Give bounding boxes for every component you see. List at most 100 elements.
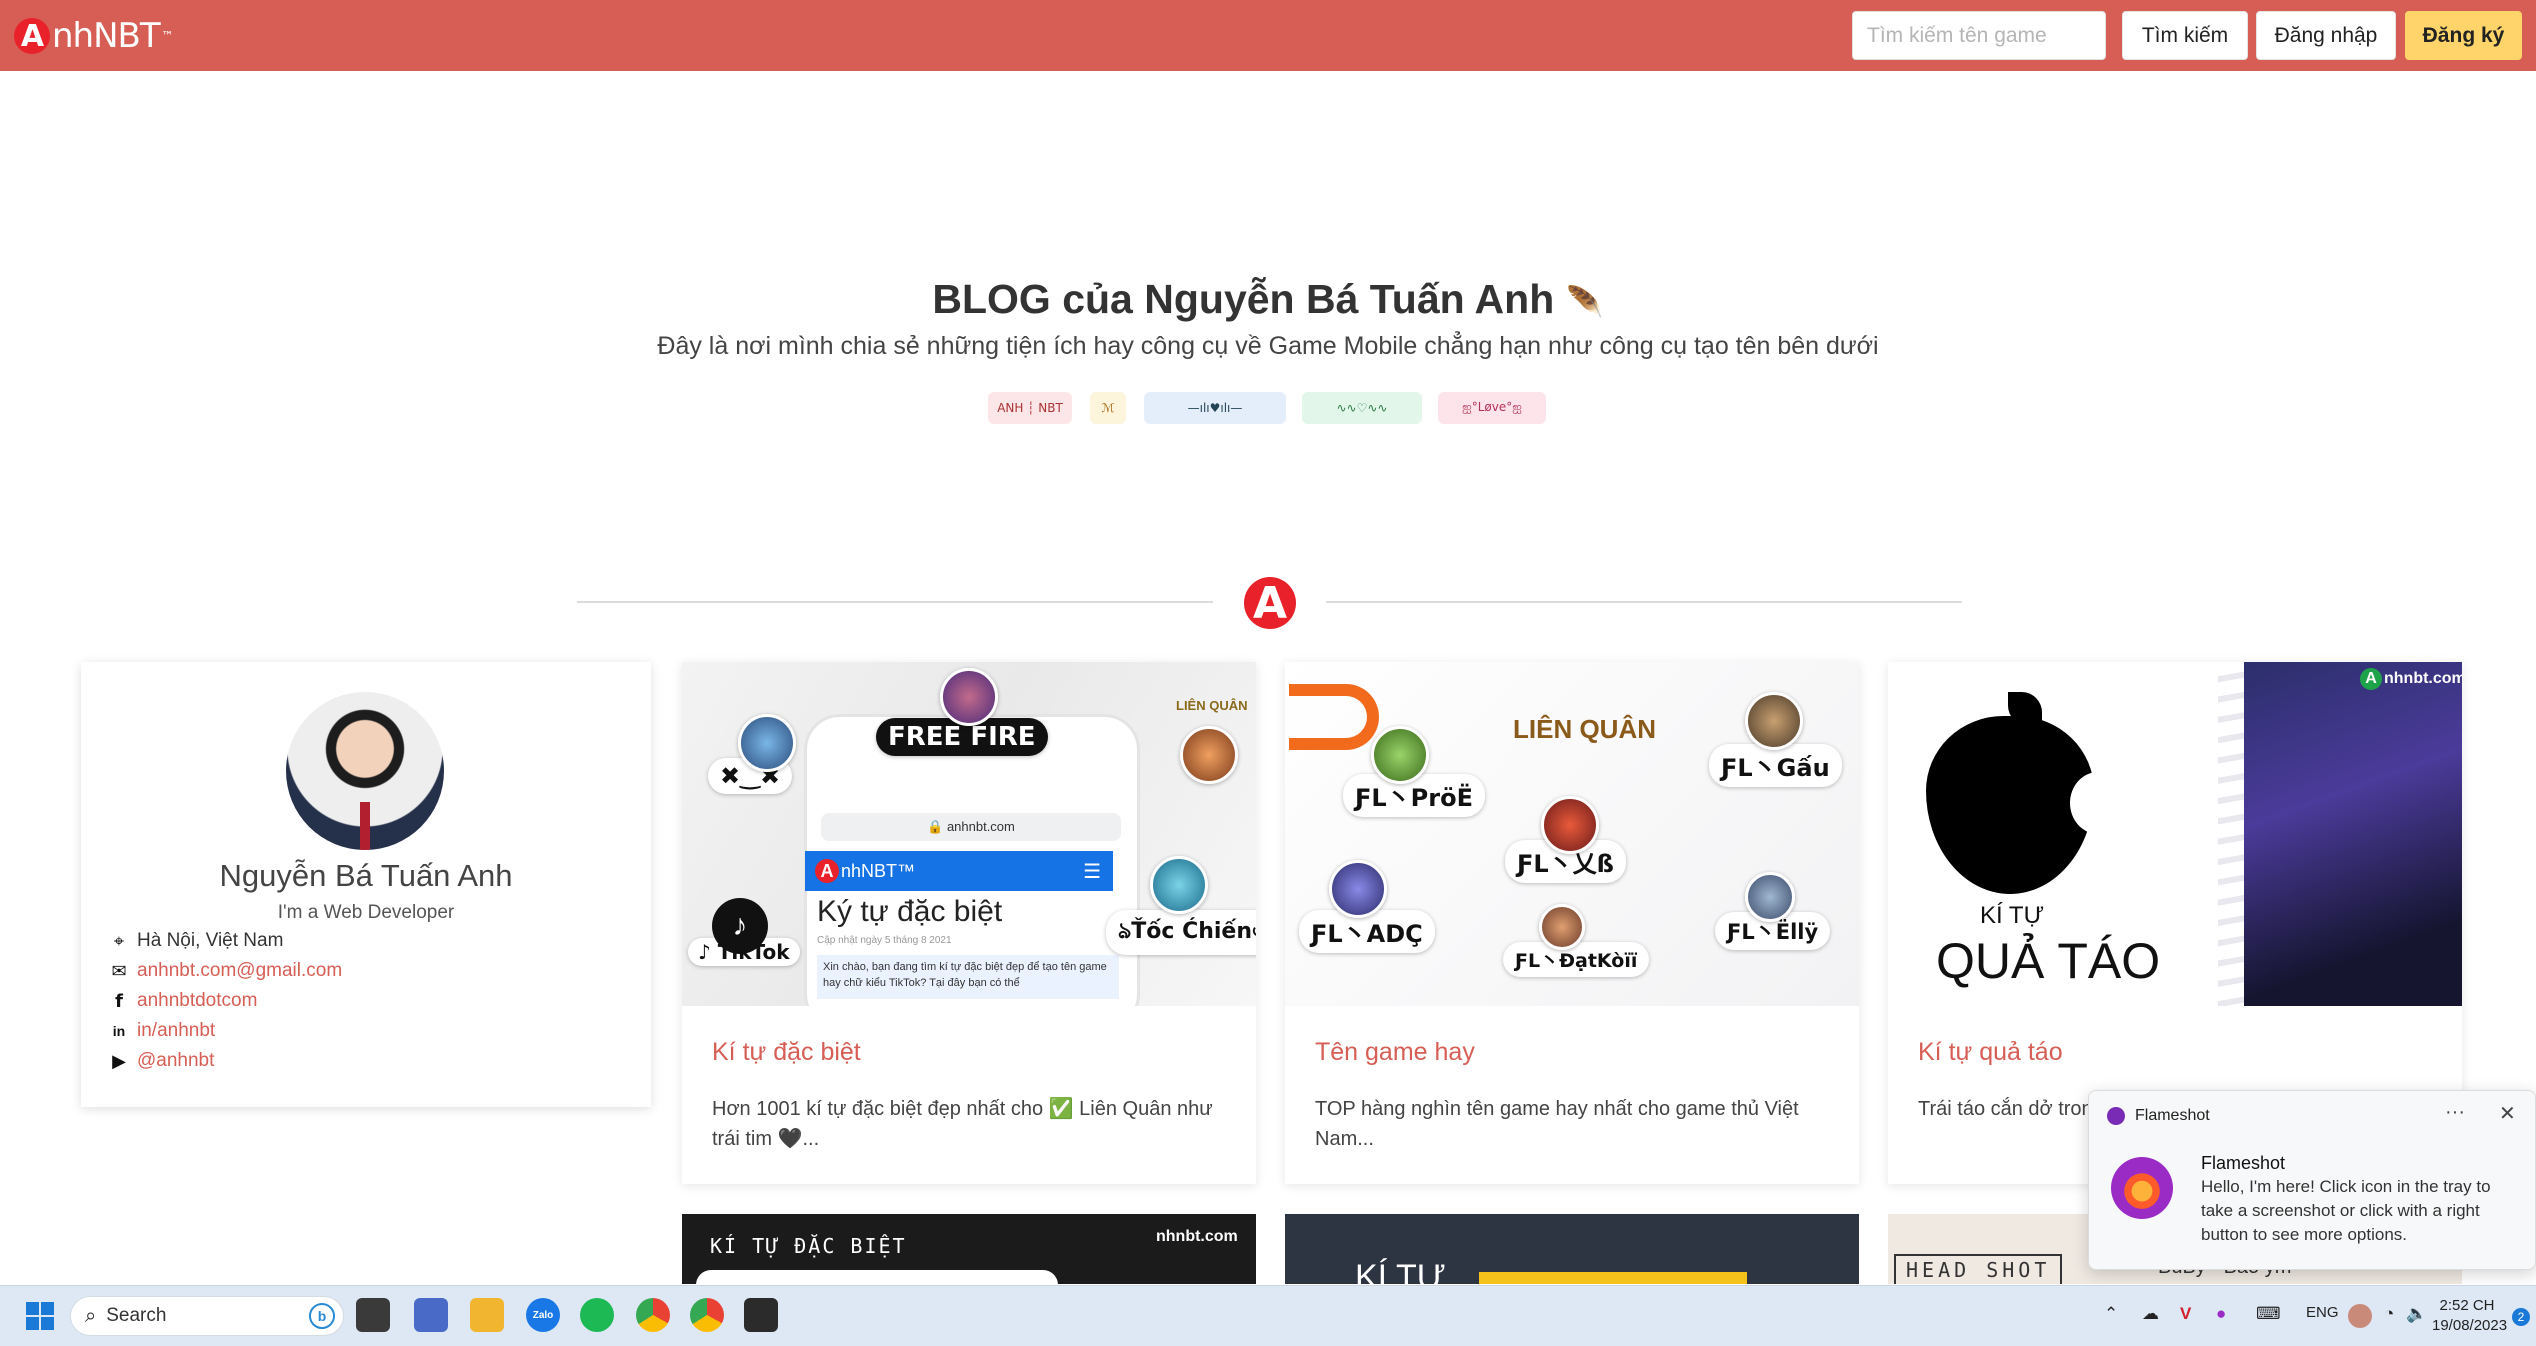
chrome-profile-icon[interactable] [690,1298,724,1332]
style-badge[interactable]: ஐ°Løve°ஐ [1438,392,1546,424]
widgets-icon[interactable] [414,1298,448,1332]
search-icon: ⌕ [85,1304,97,1327]
card-title[interactable]: Kí tự đặc biệt [712,1038,861,1067]
search-button[interactable]: Tìm kiếm [2122,11,2248,60]
site-logo-mark: A [815,859,839,883]
card-bottom[interactable]: KÍ TỰ ĐẶC BIỆT nhnbt.com [682,1214,1256,1284]
bottom-card-shape [696,1270,1058,1284]
author-name: Nguyễn Bá Tuấn Anh [219,858,513,893]
page-heading: Ký tự đặc biệt [817,895,1003,928]
taskbar-clock[interactable]: 2:52 CH 19/08/2023 [2432,1296,2508,1336]
more-options-icon[interactable]: ··· [2445,1101,2465,1124]
windows-taskbar: ⌕ Search b Zalo ⌃ ☁ V ● ⌨ ENG ◔ 🔈 2:52 C… [0,1285,2536,1346]
zalo-icon[interactable]: Zalo [526,1298,560,1332]
card-game-names[interactable]: LIÊN QUÂN ƑL丶PröË ƑL丶Gấu ƑL丶乂ß ƑL丶ADÇ ƑL… [1285,662,1859,1184]
tiktok-logo-icon: ♪ [712,898,768,954]
card-special-characters[interactable]: 🔒 anhnbt.com A nhNBT™ ☰ Ký tự đặc biệt C… [682,662,1256,1184]
sample-name: ঌŤốc Ćhiếnঞ [1106,910,1256,955]
card-bottom[interactable]: KÍ TỰ [1285,1214,1859,1284]
linkedin-icon: in [112,1023,126,1039]
location-text: Hà Nội, Việt Nam [137,930,284,951]
youtube-link[interactable]: @anhnbt [137,1050,214,1072]
notification-count-badge[interactable]: 2 [2512,1308,2530,1326]
windows-start-icon[interactable] [26,1302,54,1330]
logo-text: nhNBT [52,16,161,56]
paper-tear-edge [2218,662,2244,1006]
clock-date: 19/08/2023 [2432,1317,2508,1334]
bing-icon[interactable]: b [309,1303,335,1329]
lienquan-logo: LIÊN QUÂN [1513,714,1656,744]
site-name: nhNBT™ [841,860,916,881]
user-avatar-icon[interactable] [2348,1304,2372,1328]
facebook-row: f anhnbtdotcom [109,990,257,1012]
card-title[interactable]: Kí tự quả táo [1918,1038,2063,1067]
linkedin-link[interactable]: in/anhnbt [137,1020,215,1042]
hero-avatar [1539,904,1585,950]
hero-avatar [1180,726,1238,784]
notification-title: Flameshot [2201,1153,2286,1173]
youtube-icon: ▶ [112,1050,126,1071]
dark-photo-panel [2230,662,2462,1006]
language-indicator[interactable]: ENG [2306,1304,2339,1321]
wifi-icon[interactable]: ◔ [2384,1304,2394,1324]
bottom-card-text: KÍ TỰ [1355,1258,1446,1284]
notification-body: Hello, I'm here! Click icon in the tray … [2201,1177,2491,1244]
bottom-card-shape [1479,1272,1747,1284]
envelope-icon: ✉ [111,960,127,981]
lienquan-logo: LIÊN QUÂN [1176,698,1248,713]
site-header-bar: A nhNBT™ ☰ [805,851,1113,891]
flameshot-app-icon [2107,1107,2125,1125]
hero-avatar [1541,796,1599,854]
terminal-icon[interactable] [744,1298,778,1332]
divider-logo: A [1244,577,1296,629]
quill-icon: 🪶 [1566,285,1604,319]
hero-avatar [1371,726,1429,784]
hamburger-icon: ☰ [1083,860,1101,883]
keyboard-icon[interactable]: ⌨ [2256,1304,2281,1324]
onedrive-icon[interactable]: ☁ [2142,1304,2159,1324]
style-badge[interactable]: ∿∿♡∿∿ [1302,392,1422,424]
card-thumbnail: LIÊN QUÂN ƑL丶PröË ƑL丶Gấu ƑL丶乂ß ƑL丶ADÇ ƑL… [1285,662,1859,1006]
tray-chevron-icon[interactable]: ⌃ [2104,1304,2118,1324]
register-button[interactable]: Đăng ký [2405,11,2522,60]
linkedin-row: in in/anhnbt [109,1020,215,1042]
style-badge[interactable]: ℳ [1090,392,1126,424]
bottom-card-text: HEAD SHOT [1894,1254,2063,1284]
file-explorer-icon[interactable] [470,1298,504,1332]
taskbar-search[interactable]: ⌕ Search b [70,1296,344,1336]
facebook-link[interactable]: anhnbtdotcom [137,990,257,1012]
site-logo[interactable]: A nhNBT ™ [14,14,174,58]
card-thumbnail: KÍ TỰ QUẢ TÁO A nhnbt.com [1888,662,2462,1006]
chrome-icon[interactable] [636,1298,670,1332]
antivirus-icon[interactable]: V [2180,1304,2191,1324]
youtube-row: ▶ @anhnbt [109,1050,214,1072]
card-title[interactable]: Tên game hay [1315,1038,1475,1067]
game-search-input[interactable] [1852,11,2106,60]
brand-text: nhnbt.com [2384,670,2462,687]
flameshot-notification[interactable]: Flameshot ··· ✕ Flameshot Hello, I'm her… [2088,1090,2536,1270]
page-date: Cập nhật ngày 5 tháng 8 2021 [817,935,952,946]
spotify-icon[interactable] [580,1298,614,1332]
login-button[interactable]: Đăng nhập [2256,11,2396,60]
style-badge[interactable]: ANH ┆ NBT [988,392,1072,424]
email-row: ✉ anhnbt.com@gmail.com [109,960,342,982]
game-name: ƑL丶Gấu [1709,744,1842,787]
map-pin-icon: ⌖ [113,930,125,951]
flameshot-logo-icon [2111,1157,2173,1219]
flameshot-tray-icon[interactable]: ● [2216,1304,2226,1324]
task-view-icon[interactable] [356,1298,390,1332]
phone-mockup: 🔒 anhnbt.com A nhNBT™ ☰ Ký tự đặc biệt C… [804,714,1140,1006]
email-link[interactable]: anhnbt.com@gmail.com [137,960,342,982]
hero-avatar [940,668,998,726]
notification-app-name: Flameshot [2135,1107,2210,1124]
url-text: anhnbt.com [946,819,1015,834]
volume-icon[interactable]: 🔈 [2406,1304,2427,1324]
thumb-brand: A nhnbt.com [2360,668,2462,690]
blog-title-text: BLOG của Nguyễn Bá Tuấn Anh [932,276,1555,322]
close-icon[interactable]: ✕ [2499,1101,2516,1126]
apple-logo-icon [1926,716,2094,894]
logo-mark: A [14,18,50,54]
page-snippet: Xin chào, bạn đang tìm kí tự đặc biệt đẹ… [817,955,1119,999]
style-badge[interactable]: —ılı♥ılı— [1144,392,1286,424]
hero-avatar [1329,860,1387,918]
